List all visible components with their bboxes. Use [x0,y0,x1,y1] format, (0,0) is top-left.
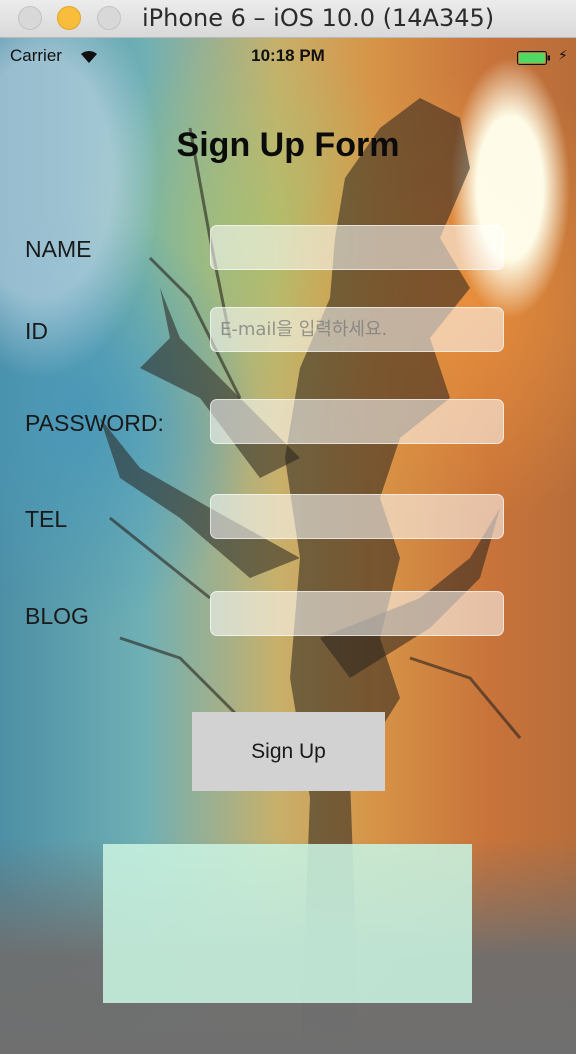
charging-icon: ⚡ [558,47,568,63]
window-close-button[interactable] [18,6,42,30]
result-panel [103,844,472,1003]
name-label: NAME [25,236,92,262]
battery-icon [517,51,550,65]
tel-field[interactable] [210,494,504,539]
tel-label: TEL [25,506,68,532]
phone-screen: Carrier 10:18 PM ⚡ Sign Up Form NAME ID … [0,38,576,1054]
name-field[interactable] [210,225,504,270]
status-time: 10:18 PM [251,46,325,65]
blog-field[interactable] [210,591,504,636]
window-minimize-button[interactable] [57,6,81,30]
window-zoom-button[interactable] [97,6,121,30]
password-label: PASSWORD: [25,410,164,436]
blog-label: BLOG [25,603,89,629]
id-label: ID [25,318,48,344]
page-title: Sign Up Form [176,126,400,164]
id-email-field[interactable] [210,307,504,352]
window-title: iPhone 6 – iOS 10.0 (14A345) [142,4,495,32]
sign-up-button[interactable]: Sign Up [192,712,385,791]
status-bar: Carrier 10:18 PM ⚡ [0,38,576,76]
simulator-title-bar: iPhone 6 – iOS 10.0 (14A345) [0,0,576,38]
password-field[interactable] [210,399,504,444]
